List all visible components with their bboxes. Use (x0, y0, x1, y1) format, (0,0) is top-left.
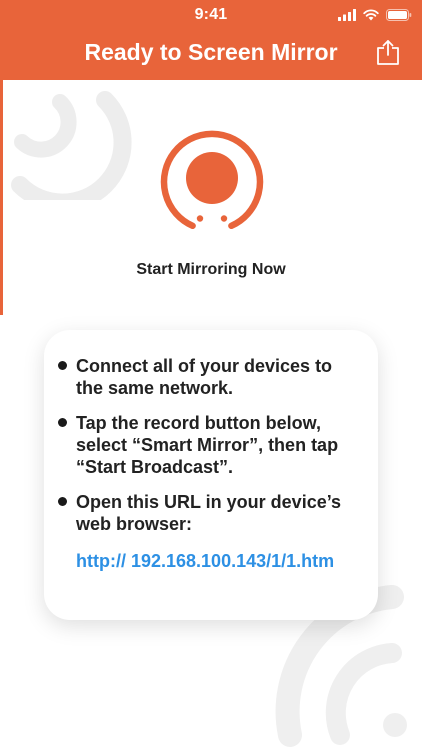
step-text: Open this URL in your device’s web brows… (76, 492, 342, 534)
wifi-watermark-icon (11, 91, 132, 200)
wifi-icon (363, 9, 379, 21)
record-icon (160, 130, 264, 230)
bullet-icon (58, 418, 67, 427)
share-button[interactable] (375, 38, 401, 66)
battery-icon (386, 9, 412, 21)
url-link[interactable]: http:// 192.168.100.143/1/1.htm (76, 550, 358, 572)
step-text: Tap the record button below, select “Sma… (76, 413, 339, 477)
record-label: Start Mirroring Now (136, 261, 286, 278)
page-title: Ready to Screen Mirror (84, 39, 338, 65)
list-item: Open this URL in your device’s web brows… (58, 491, 358, 572)
header-bar: 9:41 Ready to Screen Mirror (0, 0, 422, 80)
status-icons (338, 7, 412, 23)
bullet-icon (58, 497, 67, 506)
bullet-icon (58, 361, 67, 370)
list-item: Connect all of your devices to the same … (58, 355, 358, 399)
status-bar: 9:41 (0, 0, 422, 30)
steps-list: Connect all of your devices to the same … (58, 355, 358, 585)
share-icon (377, 40, 399, 65)
record-button[interactable] (156, 128, 268, 240)
instructions-card: Connect all of your devices to the same … (44, 330, 378, 620)
step-text: Connect all of your devices to the same … (76, 356, 333, 398)
list-item: Tap the record button below, select “Sma… (58, 412, 358, 478)
signal-icon (338, 9, 356, 21)
